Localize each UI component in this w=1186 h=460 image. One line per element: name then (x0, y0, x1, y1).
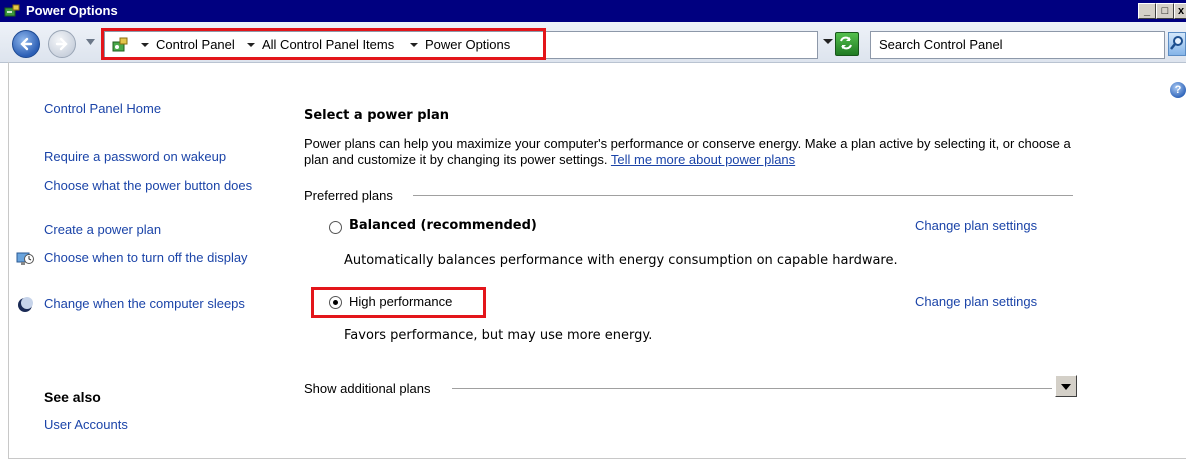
page-title: Select a power plan (304, 108, 449, 123)
additional-plans-divider (452, 388, 1052, 389)
sidebar-control-panel-home[interactable]: Control Panel Home (44, 101, 161, 116)
plan-description-balanced: Automatically balances performance with … (344, 253, 898, 268)
preferred-plans-label: Preferred plans (304, 188, 393, 203)
close-button[interactable]: x (1174, 3, 1186, 19)
preferred-plans-divider (413, 195, 1073, 196)
plan-description-high-performance: Favors performance, but may use more ene… (344, 328, 653, 343)
window-title: Power Options (26, 3, 118, 18)
navigation-toolbar: Control Panel All Control Panel Items Po… (0, 22, 1186, 63)
sidebar-item-create-plan[interactable]: Create a power plan (44, 222, 161, 237)
address-highlight-box (101, 28, 546, 60)
sidebar-item-power-button[interactable]: Choose what the power button does (44, 178, 264, 193)
moon-icon (18, 297, 33, 312)
display-icon (16, 252, 34, 265)
high-performance-radio[interactable] (329, 296, 342, 309)
help-icon[interactable]: ? (1170, 82, 1186, 98)
minimize-button[interactable]: _ (1138, 3, 1156, 19)
search-button[interactable] (1168, 32, 1186, 56)
maximize-button[interactable]: □ (1156, 3, 1174, 19)
content-border-left (8, 62, 9, 458)
chevron-down-icon (1061, 384, 1071, 390)
balanced-radio[interactable] (329, 221, 342, 234)
balanced-change-plan-link[interactable]: Change plan settings (915, 218, 1037, 233)
tell-me-more-link[interactable]: Tell me more about power plans (611, 152, 795, 167)
search-icon (1170, 36, 1183, 50)
see-also-heading: See also (44, 389, 101, 405)
plan-name-balanced[interactable]: Balanced (recommended) (349, 218, 537, 233)
high-performance-change-plan-link[interactable]: Change plan settings (915, 294, 1037, 309)
search-input[interactable]: Search Control Panel (870, 31, 1165, 59)
forward-button[interactable] (48, 30, 76, 58)
radio-selected-dot (333, 300, 338, 305)
content-border-bottom (8, 458, 1186, 459)
sidebar-item-turn-off-display[interactable]: Choose when to turn off the display (44, 250, 254, 265)
expand-additional-plans-button[interactable] (1055, 375, 1077, 397)
back-arrow-icon (20, 37, 33, 51)
refresh-button[interactable] (835, 32, 859, 56)
power-options-icon (4, 4, 20, 17)
refresh-icon (840, 36, 852, 50)
forward-arrow-icon (55, 37, 68, 51)
sidebar-item-computer-sleeps[interactable]: Change when the computer sleeps (44, 296, 245, 311)
search-placeholder: Search Control Panel (879, 37, 1003, 52)
address-history-chevron-icon[interactable] (823, 39, 833, 44)
title-bar: Power Options _ □ x (0, 0, 1186, 22)
back-button[interactable] (12, 30, 40, 58)
plan-name-high-performance[interactable]: High performance (349, 294, 452, 309)
recent-pages-chevron-icon[interactable] (86, 39, 95, 45)
sidebar-item-require-password[interactable]: Require a password on wakeup (44, 149, 226, 164)
intro-text: Power plans can help you maximize your c… (304, 136, 1094, 168)
sidebar-item-user-accounts[interactable]: User Accounts (44, 417, 128, 432)
show-additional-plans-label[interactable]: Show additional plans (304, 381, 430, 396)
